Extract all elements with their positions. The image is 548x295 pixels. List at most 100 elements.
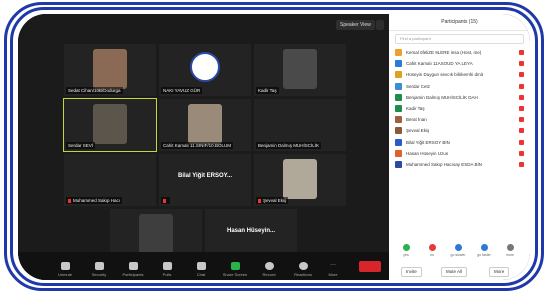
mute-all-button[interactable]: Mute All bbox=[441, 267, 468, 277]
muted-mic-icon bbox=[519, 128, 524, 134]
muted-mic-icon bbox=[519, 117, 524, 123]
share-screen-button[interactable]: Share Screen bbox=[220, 262, 250, 277]
tile-display-name: Bilal Yiğit ERSOY... bbox=[177, 173, 232, 179]
participant-name: Şevval Ekiş bbox=[406, 128, 430, 134]
participant-row[interactable]: Şevval Ekiş bbox=[395, 125, 524, 136]
more-button[interactable]: ··· More bbox=[318, 262, 348, 277]
mic-icon bbox=[60, 262, 70, 270]
check-icon bbox=[402, 244, 410, 251]
more-icon bbox=[506, 244, 514, 251]
polls-button[interactable]: Polls bbox=[152, 262, 182, 277]
tile-name: Serdar SEVİ bbox=[66, 142, 96, 149]
avatar bbox=[395, 82, 402, 90]
participant-name: Muhammed Sakıp Hacısay ESDA BİN bbox=[406, 161, 483, 167]
video-gallery: Speaker View Sedat Cihan/10B/Dodurga NAK… bbox=[18, 14, 389, 280]
toolbar-label: Share Screen bbox=[222, 272, 248, 277]
participant-row[interactable]: Cahit Kamalı 11ASOUD YA LEYA bbox=[395, 58, 524, 69]
reaction-more[interactable]: more bbox=[499, 244, 521, 257]
reaction-no[interactable]: no bbox=[421, 244, 443, 257]
fullscreen-icon[interactable] bbox=[376, 20, 384, 30]
video-tile[interactable]: Bilal Yiğit ERSOY... bbox=[159, 154, 251, 206]
participant-video bbox=[283, 159, 317, 199]
participant-row[interactable]: Bilal Yiğit ERSOY BİN bbox=[395, 137, 524, 148]
video-tile[interactable]: NAKI YAVUZ GÜR bbox=[159, 44, 251, 96]
video-tile[interactable]: Kadir Taş bbox=[254, 44, 346, 96]
reactions-button[interactable]: Reactions bbox=[288, 262, 318, 277]
avatar bbox=[395, 71, 402, 79]
reaction-label: go slower bbox=[450, 253, 466, 257]
panel-buttons: Invite Mute All More bbox=[389, 267, 530, 277]
toolbar-label: Polls bbox=[162, 272, 172, 277]
participant-video bbox=[93, 49, 127, 89]
video-tile-active-speaker[interactable]: Serdar SEVİ bbox=[63, 98, 157, 152]
participants-panel: Participants (15) Find a participant Kem… bbox=[389, 14, 530, 280]
muted-mic-icon bbox=[258, 198, 261, 203]
reaction-yes[interactable]: yes bbox=[395, 244, 417, 257]
participant-name: Benjamin Dalmış MUHİSCİLİK DAH bbox=[406, 94, 478, 100]
toolbar-label: Record bbox=[262, 272, 276, 277]
participant-row[interactable]: Hasan Hüseyin Uzun bbox=[395, 148, 524, 159]
panel-more-button[interactable]: More bbox=[489, 267, 510, 277]
muted-mic-icon bbox=[519, 50, 524, 55]
cross-icon bbox=[428, 244, 436, 251]
participant-row[interactable]: Benjamin Dalmış MUHİSCİLİK DAH bbox=[395, 92, 524, 103]
video-tile[interactable]: Benjamin Dalmış MUHİSCİLİK bbox=[254, 99, 346, 151]
avatar bbox=[395, 160, 402, 168]
tile-name-text: Şevval Ekiş bbox=[263, 198, 287, 203]
video-tile[interactable]: Şevval Ekiş bbox=[254, 154, 346, 206]
avatar bbox=[395, 49, 402, 56]
muted-mic-icon bbox=[519, 150, 524, 156]
toolbar-label: More bbox=[328, 272, 338, 277]
toolbar-label: Reactions bbox=[294, 272, 312, 277]
toolbar-label: Security bbox=[91, 272, 107, 277]
reactions-bar: yes no go slower go faster more bbox=[389, 244, 530, 264]
record-button[interactable]: Record bbox=[254, 262, 284, 277]
participant-video bbox=[188, 104, 222, 144]
zoom-window: Speaker View Sedat Cihan/10B/Dodurga NAK… bbox=[18, 14, 530, 280]
participant-row[interactable]: Kemal öfeliZE 9LERE insa (Host, me) bbox=[395, 47, 524, 58]
meeting-toolbar: Unmute Security Participants Polls Chat … bbox=[18, 252, 389, 280]
reaction-label: go faster bbox=[477, 253, 491, 257]
security-button[interactable]: Security bbox=[84, 262, 114, 277]
muted-mic-icon bbox=[519, 61, 524, 67]
avatar bbox=[395, 127, 402, 135]
unmute-button[interactable]: Unmute bbox=[50, 262, 80, 277]
avatar bbox=[395, 104, 402, 112]
participant-row[interactable]: Kadir Taş bbox=[395, 103, 524, 114]
tile-name: Cahit Kamalı 11.SINIF/10.BOLUM bbox=[161, 142, 233, 149]
participant-name: Bilal Yiğit ERSOY BİN bbox=[406, 139, 450, 145]
participant-name: Kemal öfeliZE 9LERE insa (Host, me) bbox=[406, 50, 482, 55]
reaction-label: no bbox=[430, 253, 434, 257]
participant-row[interactable]: Muhammed Sakıp Hacısay ESDA BİN bbox=[395, 159, 524, 170]
reaction-go-faster[interactable]: go faster bbox=[473, 244, 495, 257]
participants-button[interactable]: Participants bbox=[118, 262, 148, 277]
participant-search-input[interactable]: Find a participant bbox=[395, 34, 524, 44]
tile-mic bbox=[161, 197, 170, 204]
muted-mic-icon bbox=[519, 83, 524, 89]
speaker-view-button[interactable]: Speaker View bbox=[336, 20, 375, 30]
muted-mic-icon bbox=[68, 198, 71, 203]
reaction-go-slower[interactable]: go slower bbox=[447, 244, 469, 257]
muted-mic-icon bbox=[519, 72, 524, 78]
toolbar-label: Chat bbox=[196, 272, 206, 277]
video-tile[interactable]: Muhammed Sakıp Hacı bbox=[64, 154, 156, 206]
muted-mic-icon bbox=[519, 139, 524, 145]
school-logo-icon bbox=[190, 52, 220, 82]
participant-row[interactable]: Hüseyin Duygun sevcık bilrikemhi dmit bbox=[395, 69, 524, 80]
tile-display-name: Hasan Hüseyin... bbox=[226, 228, 276, 234]
video-tile[interactable]: Sedat Cihan/10B/Dodurga bbox=[64, 44, 156, 96]
slower-icon bbox=[454, 244, 462, 251]
participant-name: Hasan Hüseyin Uzun bbox=[406, 150, 449, 156]
tile-name-text: Muhammed Sakıp Hacı bbox=[73, 198, 121, 203]
end-button[interactable] bbox=[359, 261, 381, 272]
emoji-icon bbox=[298, 262, 308, 270]
chat-icon bbox=[196, 262, 206, 270]
toolbar-label: Unmute bbox=[57, 272, 72, 277]
chat-button[interactable]: Chat bbox=[186, 262, 216, 277]
participant-list: Kemal öfeliZE 9LERE insa (Host, me) Cahit… bbox=[389, 47, 530, 170]
invite-button[interactable]: Invite bbox=[401, 267, 422, 277]
participant-row[interactable]: Serdar Cetz bbox=[395, 81, 524, 92]
participant-row[interactable]: Berat İnan bbox=[395, 114, 524, 125]
bar-chart-icon bbox=[162, 262, 172, 270]
video-tile[interactable]: Cahit Kamalı 11.SINIF/10.BOLUM bbox=[159, 99, 251, 151]
